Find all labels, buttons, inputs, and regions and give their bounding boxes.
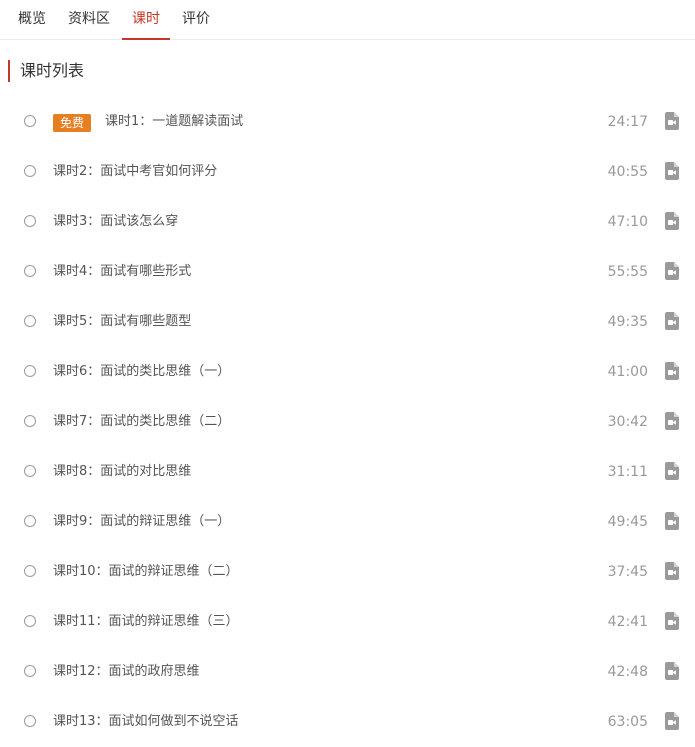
lesson-title[interactable]: 课时6：面试的类比思维（一） [53, 362, 230, 382]
lesson-title[interactable]: 课时2：面试中考官如何评分 [53, 162, 217, 182]
lesson-title[interactable]: 课时7：面试的类比思维（二） [53, 412, 230, 432]
radio-circle-icon[interactable] [24, 715, 36, 727]
lesson-list: 免费 课时1：一道题解读面试 24:17 课时2：面试中考官如何评分 40:55 课时… [0, 97, 695, 747]
lesson-title[interactable]: 课时4：面试有哪些形式 [53, 262, 191, 282]
lesson-duration: 30:42 [607, 414, 648, 430]
radio-circle-icon[interactable] [24, 365, 36, 377]
lesson-row[interactable]: 课时3：面试该怎么穿 47:10 [0, 197, 695, 247]
tab-reviews[interactable]: 评价 [176, 0, 216, 40]
lesson-row[interactable]: 课时9：面试的辩证思维（一） 49:45 [0, 497, 695, 547]
lesson-duration: 49:45 [607, 514, 648, 530]
radio-circle-icon[interactable] [24, 165, 36, 177]
lesson-title[interactable]: 课时9：面试的辩证思维（一） [53, 512, 230, 532]
lesson-duration: 31:11 [607, 464, 648, 480]
free-badge: 免费 [53, 114, 91, 132]
lesson-row[interactable]: 课时11：面试的辩证思维（三） 42:41 [0, 597, 695, 647]
video-file-icon[interactable] [665, 462, 679, 480]
lesson-duration: 40:55 [607, 164, 648, 180]
video-file-icon[interactable] [665, 562, 679, 580]
radio-circle-icon[interactable] [24, 615, 36, 627]
video-file-icon[interactable] [665, 112, 679, 130]
radio-circle-icon[interactable] [24, 315, 36, 327]
lesson-duration: 24:17 [607, 114, 648, 130]
lesson-row[interactable]: 课时10：面试的辩证思维（二） 37:45 [0, 547, 695, 597]
video-file-icon[interactable] [665, 262, 679, 280]
video-file-icon[interactable] [665, 212, 679, 230]
video-file-icon[interactable] [665, 162, 679, 180]
lesson-title[interactable]: 课时11：面试的辩证思维（三） [53, 612, 239, 632]
lesson-duration: 41:00 [607, 364, 648, 380]
lesson-duration: 55:55 [607, 264, 648, 280]
radio-circle-icon[interactable] [24, 565, 36, 577]
lesson-row[interactable]: 课时7：面试的类比思维（二） 30:42 [0, 397, 695, 447]
radio-circle-icon[interactable] [24, 415, 36, 427]
lesson-row[interactable]: 课时6：面试的类比思维（一） 41:00 [0, 347, 695, 397]
lesson-title[interactable]: 课时13：面试如何做到不说空话 [53, 712, 239, 732]
lesson-row[interactable]: 课时2：面试中考官如何评分 40:55 [0, 147, 695, 197]
lesson-duration: 42:41 [607, 614, 648, 630]
video-file-icon[interactable] [665, 362, 679, 380]
radio-circle-icon[interactable] [24, 515, 36, 527]
lesson-title[interactable]: 课时1：一道题解读面试 [105, 112, 243, 132]
radio-circle-icon[interactable] [24, 115, 36, 127]
lesson-title[interactable]: 课时12：面试的政府思维 [53, 662, 200, 682]
lesson-duration: 37:45 [607, 564, 648, 580]
tab-lessons[interactable]: 课时 [122, 0, 170, 40]
lesson-duration: 49:35 [607, 314, 648, 330]
radio-circle-icon[interactable] [24, 665, 36, 677]
lesson-duration: 42:48 [607, 664, 648, 680]
lesson-title[interactable]: 课时10：面试的辩证思维（二） [53, 562, 239, 582]
lesson-row[interactable]: 课时13：面试如何做到不说空话 63:05 [0, 697, 695, 747]
video-file-icon[interactable] [665, 662, 679, 680]
video-file-icon[interactable] [665, 512, 679, 530]
lesson-row[interactable]: 课时4：面试有哪些形式 55:55 [0, 247, 695, 297]
tab-resources[interactable]: 资料区 [61, 0, 117, 40]
tab-overview[interactable]: 概览 [8, 0, 56, 40]
lesson-duration: 63:05 [607, 714, 648, 730]
video-file-icon[interactable] [665, 612, 679, 630]
video-file-icon[interactable] [665, 712, 679, 730]
video-file-icon[interactable] [665, 412, 679, 430]
lesson-row[interactable]: 课时5：面试有哪些题型 49:35 [0, 297, 695, 347]
lesson-row[interactable]: 课时8：面试的对比思维 31:11 [0, 447, 695, 497]
lesson-duration: 47:10 [607, 214, 648, 230]
lesson-title[interactable]: 课时5：面试有哪些题型 [53, 312, 191, 332]
radio-circle-icon[interactable] [24, 265, 36, 277]
lesson-list-title: 课时列表 [8, 60, 84, 82]
lesson-row[interactable]: 课时12：面试的政府思维 42:48 [0, 647, 695, 697]
video-file-icon[interactable] [665, 312, 679, 330]
radio-circle-icon[interactable] [24, 465, 36, 477]
course-tabs: 概览 资料区 课时 评价 [0, 0, 695, 40]
lesson-title[interactable]: 课时3：面试该怎么穿 [53, 212, 178, 232]
lesson-row[interactable]: 免费 课时1：一道题解读面试 24:17 [0, 97, 695, 147]
lesson-title[interactable]: 课时8：面试的对比思维 [53, 462, 191, 482]
radio-circle-icon[interactable] [24, 215, 36, 227]
